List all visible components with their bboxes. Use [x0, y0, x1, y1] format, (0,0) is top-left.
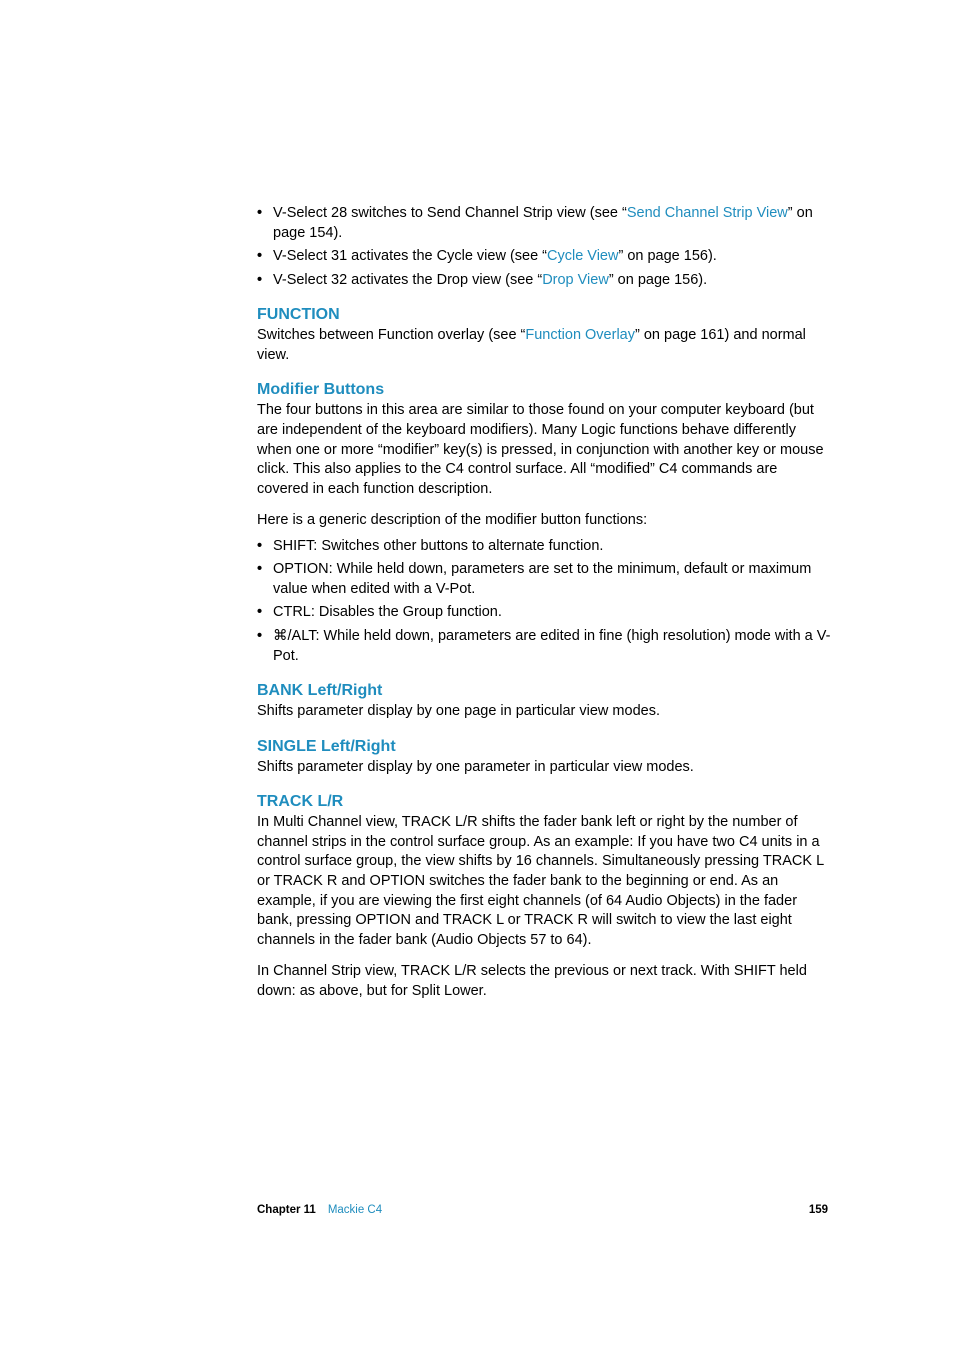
list-item: • V-Select 28 switches to Send Channel S… [257, 204, 832, 243]
footer-page-number: 159 [809, 1204, 832, 1216]
bullet-text: SHIFT: Switches other buttons to alterna… [273, 537, 832, 557]
text: ” on page 156). [618, 248, 716, 264]
bullet-text: CTRL: Disables the Group function. [273, 603, 832, 623]
heading-track: TRACK L/R [257, 793, 832, 811]
list-item: • V-Select 31 activates the Cycle view (… [257, 247, 832, 267]
content-column: • V-Select 28 switches to Send Channel S… [257, 204, 832, 1013]
list-item: • OPTION: While held down, parameters ar… [257, 560, 832, 599]
page: • V-Select 28 switches to Send Channel S… [0, 0, 954, 1351]
footer-chapter: Chapter 11 [257, 1204, 316, 1216]
page-footer: Chapter 11 Mackie C4 159 [257, 1204, 832, 1216]
bullet-text: ⌘/ALT: While held down, parameters are e… [273, 627, 832, 666]
text: Switches between Function overlay (see “ [257, 327, 525, 343]
footer-title: Mackie C4 [328, 1204, 382, 1216]
heading-modifier-buttons: Modifier Buttons [257, 381, 832, 399]
link-drop-view[interactable]: Drop View [542, 272, 609, 288]
paragraph: Shifts parameter display by one paramete… [257, 758, 832, 778]
heading-function: FUNCTION [257, 306, 832, 324]
paragraph: Shifts parameter display by one page in … [257, 702, 832, 722]
heading-bank: BANK Left/Right [257, 682, 832, 700]
paragraph: Switches between Function overlay (see “… [257, 326, 832, 365]
list-item: • SHIFT: Switches other buttons to alter… [257, 537, 832, 557]
bullet-dot: • [257, 204, 273, 243]
text: V-Select 31 activates the Cycle view (se… [273, 248, 547, 264]
link-send-channel-strip-view[interactable]: Send Channel Strip View [627, 205, 788, 221]
link-cycle-view[interactable]: Cycle View [547, 248, 618, 264]
text: V-Select 32 activates the Drop view (see… [273, 272, 542, 288]
bullet-text: V-Select 32 activates the Drop view (see… [273, 271, 832, 291]
link-function-overlay[interactable]: Function Overlay [525, 327, 635, 343]
paragraph: In Multi Channel view, TRACK L/R shifts … [257, 813, 832, 950]
bullet-dot: • [257, 603, 273, 623]
bullet-dot: • [257, 247, 273, 267]
text: ” on page 156). [609, 272, 707, 288]
bullet-dot: • [257, 627, 273, 666]
heading-single: SINGLE Left/Right [257, 738, 832, 756]
bullet-text: OPTION: While held down, parameters are … [273, 560, 832, 599]
text: V-Select 28 switches to Send Channel Str… [273, 205, 627, 221]
bullet-text: V-Select 31 activates the Cycle view (se… [273, 247, 832, 267]
bullet-text: V-Select 28 switches to Send Channel Str… [273, 204, 832, 243]
list-item: • CTRL: Disables the Group function. [257, 603, 832, 623]
paragraph: In Channel Strip view, TRACK L/R selects… [257, 962, 832, 1001]
paragraph: Here is a generic description of the mod… [257, 511, 832, 531]
list-item: • V-Select 32 activates the Drop view (s… [257, 271, 832, 291]
bullet-dot: • [257, 560, 273, 599]
bullet-dot: • [257, 271, 273, 291]
paragraph: The four buttons in this area are simila… [257, 401, 832, 499]
bullet-dot: • [257, 537, 273, 557]
list-item: • ⌘/ALT: While held down, parameters are… [257, 627, 832, 666]
